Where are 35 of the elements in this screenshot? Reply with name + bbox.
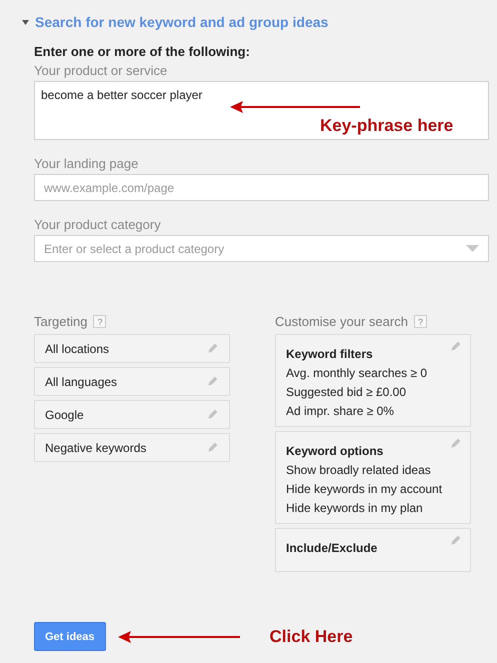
instruction-text: Enter one or more of the following: — [34, 44, 251, 59]
pencil-icon[interactable] — [206, 342, 219, 355]
customise-title: Customise your search — [275, 314, 408, 329]
collapse-icon[interactable] — [22, 20, 29, 24]
pencil-icon[interactable] — [449, 534, 462, 547]
targeting-title: Targeting — [34, 314, 88, 329]
arrow-icon — [118, 630, 240, 642]
field-label: Your product or service — [34, 63, 168, 78]
arrow-icon — [230, 101, 360, 113]
card-title: Keyword options — [286, 444, 384, 458]
annotation-text: Click Here — [270, 626, 353, 646]
card-line: Hide keywords in my account — [286, 482, 444, 496]
targeting-item[interactable]: Google — [34, 400, 230, 429]
pencil-icon[interactable] — [449, 340, 462, 353]
card-title: Keyword filters — [286, 347, 374, 361]
card-line: Show broadly related ideas — [286, 463, 432, 477]
filter-card[interactable]: Keyword filters Avg. monthly searches ≥ 0 Suggested bid ≥ £0.00 Ad impr. share ≥ 0% — [275, 334, 471, 427]
annotation-text: Key-phrase here — [320, 116, 454, 135]
targeting-item[interactable]: All languages — [34, 367, 230, 396]
card-line: Hide keywords in my plan — [286, 501, 424, 515]
pencil-icon[interactable] — [206, 375, 219, 388]
pencil-icon[interactable] — [206, 441, 219, 454]
card-line: Ad impr. share ≥ 0% — [286, 404, 395, 418]
card-line: Suggested bid ≥ £0.00 — [286, 385, 408, 399]
field-label: Your landing page — [34, 156, 140, 171]
filter-card[interactable]: Include/Exclude — [275, 528, 471, 572]
card-line: Avg. monthly searches ≥ 0 — [286, 366, 428, 380]
targeting-item[interactable]: All locations — [34, 334, 230, 363]
pencil-icon[interactable] — [449, 437, 462, 450]
pencil-icon[interactable] — [206, 408, 219, 421]
filter-card[interactable]: Keyword options Show broadly related ideas Hide keywords in my account Hide keywords in my plan — [275, 431, 471, 524]
field-label: Your product category — [34, 217, 162, 232]
targeting-item[interactable]: Negative keywords — [34, 433, 230, 462]
dropdown-arrow-icon — [466, 245, 479, 252]
card-title: Include/Exclude — [286, 541, 378, 555]
